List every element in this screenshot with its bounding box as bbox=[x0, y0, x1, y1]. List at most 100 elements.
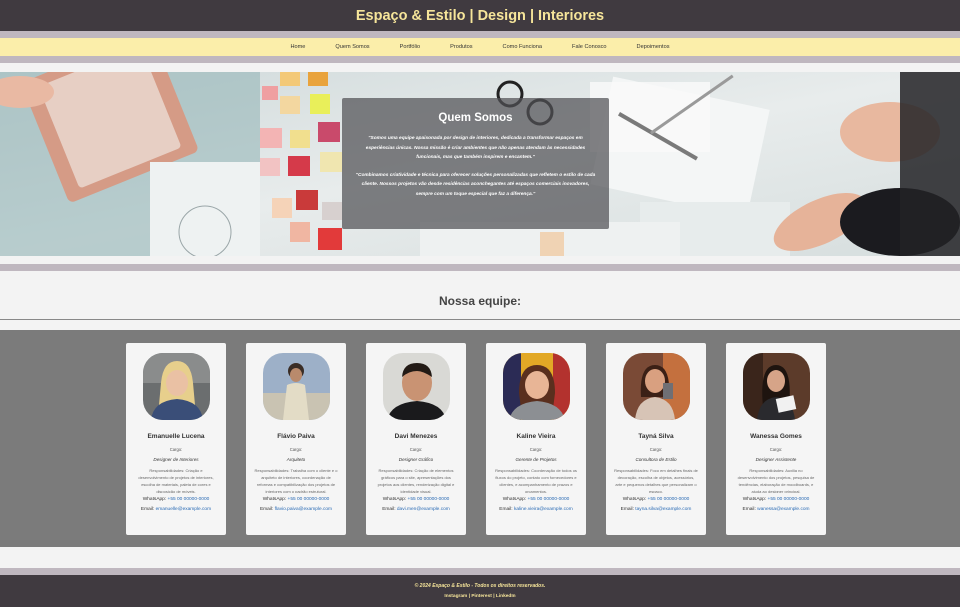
team-section: Emanuelle Lucena Cargo: Designer de Inte… bbox=[0, 330, 960, 547]
nav-item-portfolio[interactable]: Portfólio bbox=[385, 44, 436, 50]
member-role: Arquiteto bbox=[286, 457, 306, 462]
whatsapp-link[interactable]: +55 00 00000-0000 bbox=[648, 497, 690, 502]
member-whatsapp: WhatsApp: +55 00 00000-0000 bbox=[246, 497, 346, 502]
member-role: Gerente de Projetos bbox=[515, 457, 557, 462]
member-cargo-label: Cargo: bbox=[529, 447, 543, 452]
member-name: Davi Menezes bbox=[394, 433, 438, 440]
member-responsibilities: Responsabilidades: Coordenação de todos … bbox=[495, 468, 577, 493]
quem-somos-title: Quem Somos bbox=[438, 112, 513, 124]
nav-band-top bbox=[0, 31, 960, 38]
whatsapp-label: WhatsApp: bbox=[262, 497, 287, 502]
nav-item-produtos[interactable]: Produtos bbox=[435, 44, 487, 50]
member-cargo-label: Cargo: bbox=[649, 447, 663, 452]
member-email: Email: wanessa@example.com bbox=[726, 507, 826, 512]
email-link[interactable]: kaline.vieira@example.com bbox=[514, 507, 573, 512]
member-cargo-label: Cargo: bbox=[289, 447, 303, 452]
nav-item-como-funciona[interactable]: Como Funciona bbox=[488, 44, 558, 50]
whatsapp-label: WhatsApp: bbox=[502, 497, 527, 502]
member-photo bbox=[262, 353, 330, 420]
member-whatsapp: WhatsApp: +55 00 00000-0000 bbox=[606, 497, 706, 502]
team-card: Emanuelle Lucena Cargo: Designer de Inte… bbox=[126, 343, 226, 535]
whatsapp-label: WhatsApp: bbox=[622, 497, 647, 502]
section-separator bbox=[0, 264, 960, 271]
nav-item-fale-conosco[interactable]: Fale Conosco bbox=[557, 44, 622, 50]
member-name: Flávio Paiva bbox=[277, 433, 315, 440]
quem-somos-paragraph-2: "Combinamos criatividade e técnica para … bbox=[355, 172, 596, 197]
quem-somos-paragraph-1: "Somos uma equipe apaixonada por design … bbox=[365, 136, 586, 160]
team-heading: Nossa equipe: bbox=[438, 294, 522, 308]
whatsapp-label: WhatsApp: bbox=[382, 497, 407, 502]
site-title: Espaço & Estilo | Design | Interiores bbox=[355, 7, 605, 24]
nav-item-quem-somos[interactable]: Quem Somos bbox=[320, 44, 384, 50]
member-name: Emanuelle Lucena bbox=[147, 433, 205, 440]
member-whatsapp: WhatsApp: +55 00 00000-0000 bbox=[126, 497, 226, 502]
whatsapp-label: WhatsApp: bbox=[742, 497, 767, 502]
email-label: Email: bbox=[742, 507, 756, 512]
email-link[interactable]: flavio.paiva@example.com bbox=[275, 507, 332, 512]
quem-somos-panel: Quem Somos "Somos uma equipe apaixonada … bbox=[342, 98, 609, 229]
site-footer: © 2024 Espaço & Estilo - Todos os direit… bbox=[0, 575, 960, 607]
footer-link-linkedin[interactable]: LinkedIn bbox=[496, 594, 516, 599]
whatsapp-label: WhatsApp: bbox=[142, 497, 167, 502]
member-whatsapp: WhatsApp: +55 00 00000-0000 bbox=[486, 497, 586, 502]
hero-section: Quem Somos "Somos uma equipe apaixonada … bbox=[0, 72, 960, 256]
member-cargo-label: Cargo: bbox=[769, 447, 783, 452]
team-card: Wanessa Gomes Cargo: Designer Assistente… bbox=[726, 343, 826, 535]
whatsapp-link[interactable]: +55 00 00000-0000 bbox=[528, 497, 570, 502]
email-label: Email: bbox=[259, 507, 274, 512]
email-label: Email: bbox=[140, 507, 155, 512]
team-divider bbox=[0, 319, 960, 320]
whatsapp-link[interactable]: +55 00 00000-0000 bbox=[768, 497, 810, 502]
whatsapp-link[interactable]: +55 00 00000-0000 bbox=[168, 497, 210, 502]
member-responsibilities: Responsabilidades: Criação e desenvolvim… bbox=[138, 468, 214, 493]
member-email: Email: flavio.paiva@example.com bbox=[246, 507, 346, 512]
member-photo bbox=[142, 353, 210, 420]
member-responsibilities: Responsabilidades: Foco em detalhes fina… bbox=[614, 468, 698, 493]
member-email: Email: davi.men@example.com bbox=[366, 507, 466, 512]
main-nav: Home Quem Somos Portfólio Produtos Como … bbox=[0, 38, 960, 56]
member-name: Kaline Vieira bbox=[516, 433, 556, 440]
whatsapp-link[interactable]: +55 00 00000-0000 bbox=[288, 497, 330, 502]
team-card: Davi Menezes Cargo: Designer Gráfico Res… bbox=[366, 343, 466, 535]
nav-item-home[interactable]: Home bbox=[275, 44, 320, 50]
footer-separator bbox=[0, 568, 960, 575]
email-label: Email: bbox=[620, 507, 634, 512]
member-role: Designer de Interiores bbox=[153, 457, 199, 462]
team-card: Flávio Paiva Cargo: Arquiteto Responsabi… bbox=[246, 343, 346, 535]
member-photo bbox=[622, 353, 690, 420]
member-photo bbox=[382, 353, 450, 420]
whatsapp-link[interactable]: +55 00 00000-0000 bbox=[408, 497, 450, 502]
member-email: Email: kaline.vieira@example.com bbox=[486, 507, 586, 512]
email-link[interactable]: wanessa@example.com bbox=[757, 507, 809, 512]
footer-link-pinterest[interactable]: Pinterest bbox=[471, 594, 492, 599]
footer-link-instagram[interactable]: Instagram bbox=[444, 594, 467, 599]
nav-band-bottom bbox=[0, 56, 960, 63]
team-card: Kaline Vieira Cargo: Gerente de Projetos… bbox=[486, 343, 586, 535]
team-card: Tayná Silva Cargo: Consultora de Estilo … bbox=[606, 343, 706, 535]
member-responsibilities: Responsabilidades: Auxilia no desenvolvi… bbox=[737, 468, 815, 493]
member-cargo-label: Cargo: bbox=[169, 447, 183, 452]
member-role: Designer Gráfico bbox=[398, 457, 434, 462]
member-whatsapp: WhatsApp: +55 00 00000-0000 bbox=[366, 497, 466, 502]
member-role: Designer Assistente bbox=[755, 457, 797, 462]
member-email: Email: tayna.silva@example.com bbox=[606, 507, 706, 512]
site-header: Espaço & Estilo | Design | Interiores bbox=[0, 0, 960, 31]
email-label: Email: bbox=[382, 507, 396, 512]
member-whatsapp: WhatsApp: +55 00 00000-0000 bbox=[726, 497, 826, 502]
email-link[interactable]: davi.men@example.com bbox=[397, 507, 450, 512]
member-email: Email: emanuelle@example.com bbox=[126, 507, 226, 512]
member-name: Tayná Silva bbox=[638, 433, 674, 440]
member-cargo-label: Cargo: bbox=[409, 447, 423, 452]
email-link[interactable]: tayna.silva@example.com bbox=[635, 507, 691, 512]
footer-copyright: © 2024 Espaço & Estilo - Todos os direit… bbox=[414, 583, 546, 589]
member-photo bbox=[742, 353, 810, 420]
email-label: Email: bbox=[499, 507, 513, 512]
email-link[interactable]: emanuelle@example.com bbox=[156, 507, 212, 512]
member-photo bbox=[502, 353, 570, 420]
member-role: Consultora de Estilo bbox=[635, 457, 677, 462]
footer-social-links: Instagram | Pinterest | LinkedIn bbox=[444, 594, 516, 599]
member-name: Wanessa Gomes bbox=[750, 433, 802, 440]
member-responsibilities: Responsabilidades: Trabalha com o client… bbox=[254, 468, 338, 493]
member-responsibilities: Responsabilidades: Criação de elementos … bbox=[377, 468, 455, 493]
nav-item-depoimentos[interactable]: Depoimentos bbox=[622, 44, 685, 50]
